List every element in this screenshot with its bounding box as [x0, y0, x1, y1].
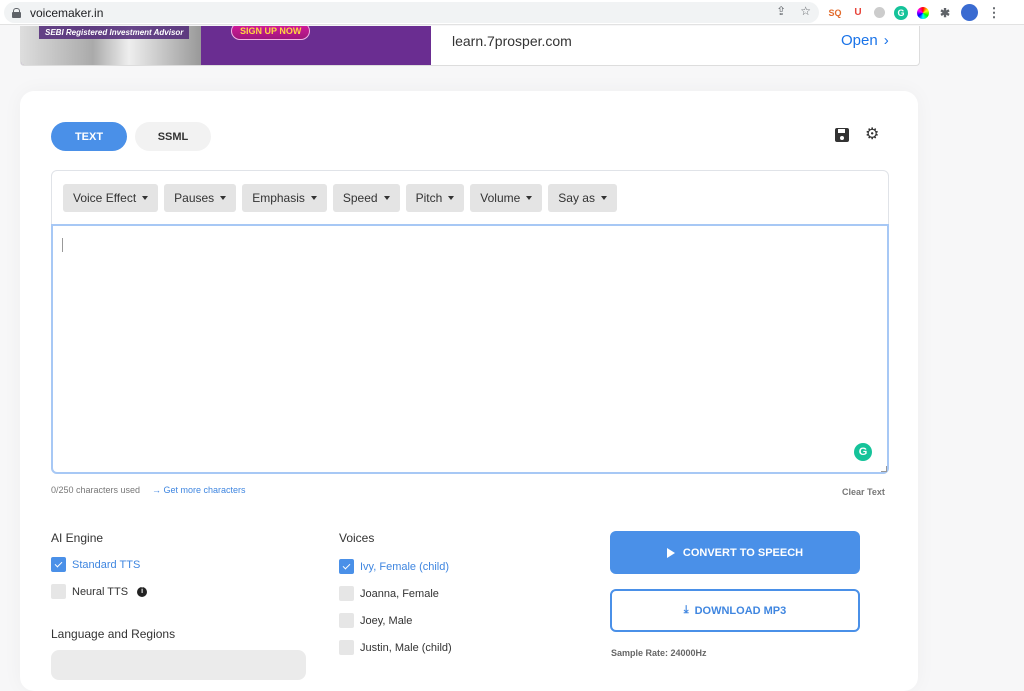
info-icon[interactable]: i [137, 586, 148, 597]
menu-icon[interactable]: ⋮ [987, 5, 1001, 20]
checkbox-unchecked-icon [339, 640, 354, 655]
profile-avatar[interactable] [961, 4, 978, 21]
option-label: Neural TTS [72, 585, 129, 598]
ai-engine-title: AI Engine [51, 531, 104, 545]
caret-down-icon [383, 195, 390, 200]
dropdown-label: Voice Effect [73, 190, 137, 205]
mode-tabs: TEXT SSML [51, 122, 211, 151]
resize-handle[interactable] [881, 466, 887, 472]
ssml-toolbar: Voice Effect Pauses Emphasis Speed Pitch… [52, 171, 888, 224]
browser-toolbar: voicemaker.in ⇪ ☆ SQ U G ✱ ⋮ [0, 0, 1024, 25]
play-icon [666, 547, 675, 558]
option-label: Standard TTS [72, 558, 141, 571]
voice-option[interactable]: Joey, Male [339, 613, 412, 628]
voice-label: Joey, Male [360, 614, 413, 627]
voice-option[interactable]: Justin, Male (child) [339, 640, 452, 655]
save-icon[interactable] [835, 128, 849, 142]
extensions-puzzle-icon[interactable]: ✱ [938, 6, 952, 20]
ad-open-label: Open [841, 32, 878, 49]
caret-down-icon [220, 195, 227, 200]
seoquake-icon[interactable]: SQ [828, 6, 842, 20]
url-text: voicemaker.in [30, 5, 104, 20]
chevron-right-icon: › [883, 32, 889, 49]
clear-text-button[interactable]: Clear Text [842, 487, 885, 497]
grammarly-icon[interactable]: G [894, 5, 908, 20]
emphasis-dropdown[interactable]: Emphasis [242, 183, 327, 212]
checkbox-checked-icon [339, 559, 354, 574]
ad-banner[interactable]: SEBI Registered Investment Advisor SIGN … [20, 26, 920, 66]
ad-signup-button[interactable]: SIGN UP NOW [231, 26, 311, 40]
convert-label: CONVERT TO SPEECH [682, 546, 804, 559]
dropdown-label: Pauses [174, 190, 215, 205]
pitch-dropdown[interactable]: Pitch [405, 183, 465, 212]
convert-to-speech-button[interactable]: CONVERT TO SPEECH [610, 531, 860, 574]
color-picker-icon[interactable] [917, 6, 929, 19]
gear-icon[interactable]: ⚙ [865, 127, 879, 143]
dropdown-label: Say as [558, 190, 595, 205]
say-as-dropdown[interactable]: Say as [548, 183, 617, 212]
editor: Voice Effect Pauses Emphasis Speed Pitch… [51, 170, 889, 474]
voice-option[interactable]: Joanna, Female [339, 586, 439, 601]
standard-tts-checkbox[interactable]: Standard TTS [51, 557, 140, 572]
pauses-dropdown[interactable]: Pauses [164, 183, 237, 212]
caret-down-icon [142, 195, 149, 200]
lock-icon [12, 7, 21, 18]
checkbox-unchecked-icon [339, 613, 354, 628]
checkbox-unchecked-icon [339, 586, 354, 601]
ad-caption: SEBI Registered Investment Advisor [39, 26, 190, 39]
bookmark-star-icon[interactable]: ☆ [800, 4, 811, 18]
dropdown-label: Pitch [415, 190, 443, 205]
voice-label: Joanna, Female [360, 587, 439, 600]
grammarly-icon[interactable]: G [854, 443, 872, 461]
checkbox-checked-icon [51, 557, 66, 572]
text-input[interactable] [51, 224, 889, 474]
caret-down-icon [310, 195, 317, 200]
shield-icon[interactable] [874, 7, 885, 18]
caret-down-icon [448, 195, 455, 200]
ad-open-link[interactable]: Open › [841, 32, 889, 49]
sample-rate: Sample Rate: 24000Hz [611, 648, 707, 658]
voice-option[interactable]: Ivy, Female (child) [339, 559, 449, 574]
address-bar[interactable]: voicemaker.in ⇪ ☆ [4, 2, 819, 23]
ad-domain: learn.7prosper.com [452, 33, 572, 49]
download-mp3-button[interactable]: ⤓ DOWNLOAD MP3 [610, 589, 860, 632]
language-title: Language and Regions [51, 627, 176, 641]
tab-ssml[interactable]: SSML [135, 122, 211, 151]
speed-dropdown[interactable]: Speed [332, 183, 400, 212]
character-count: 0/250 characters used [51, 485, 141, 495]
get-more-characters-link[interactable]: → Get more characters [152, 485, 246, 495]
download-icon: ⤓ [683, 604, 689, 616]
tts-card: TEXT SSML ⚙ Voice Effect Pauses Emphasis… [20, 91, 918, 691]
neural-tts-checkbox[interactable]: Neural TTS i [51, 584, 148, 599]
dropdown-label: Volume [480, 190, 521, 205]
ad-image[interactable]: SEBI Registered Investment Advisor SIGN … [21, 26, 431, 65]
dropdown-label: Speed [342, 190, 378, 205]
language-select[interactable] [51, 650, 306, 680]
tab-text[interactable]: TEXT [51, 122, 127, 151]
share-icon[interactable]: ⇪ [776, 4, 786, 18]
download-label: DOWNLOAD MP3 [694, 604, 787, 617]
caret-down-icon [600, 195, 607, 200]
voice-label: Justin, Male (child) [360, 641, 452, 654]
volume-dropdown[interactable]: Volume [470, 183, 543, 212]
ublock-icon[interactable]: U [851, 6, 865, 20]
dropdown-label: Emphasis [252, 190, 305, 205]
caret-down-icon [526, 195, 533, 200]
voice-label: Ivy, Female (child) [360, 560, 450, 573]
voice-effect-dropdown[interactable]: Voice Effect [63, 183, 159, 212]
text-cursor [62, 238, 63, 252]
voices-title: Voices [339, 531, 375, 545]
checkbox-unchecked-icon [51, 584, 66, 599]
